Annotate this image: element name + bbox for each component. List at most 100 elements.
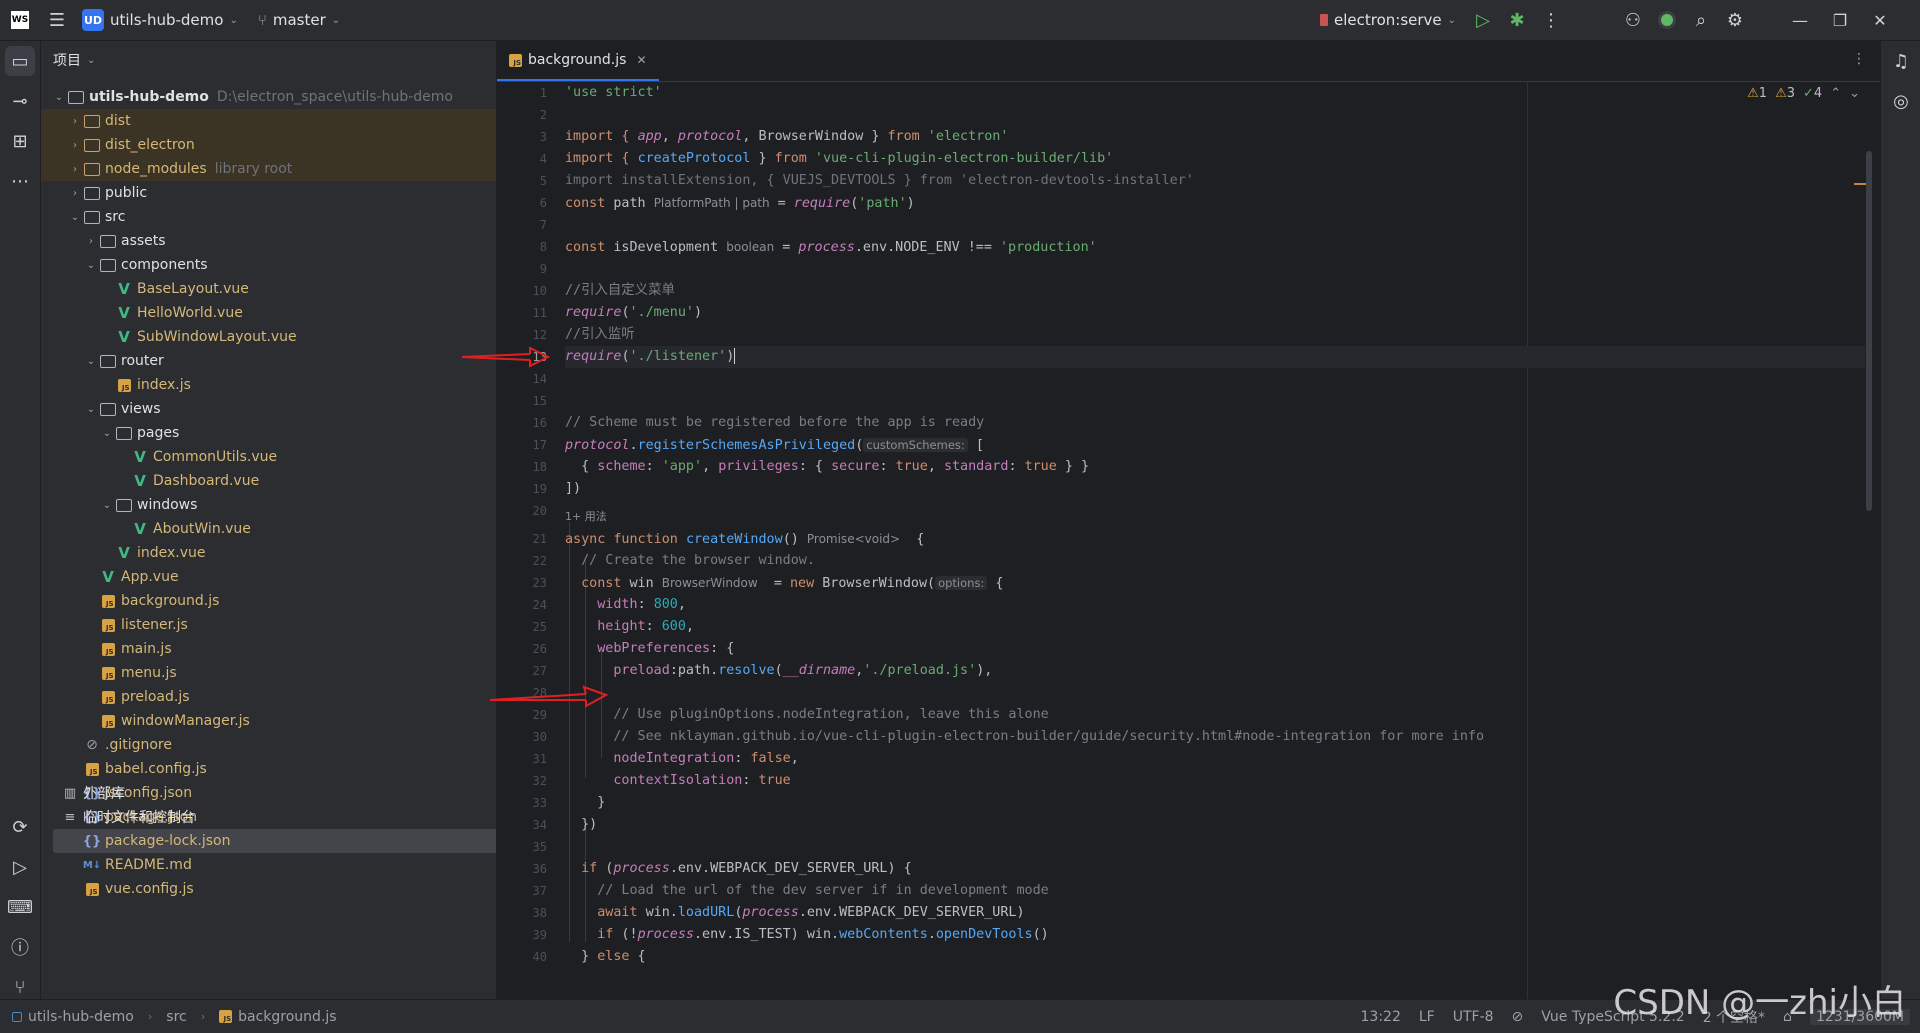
tree-item[interactable]: V Dashboard.vue (41, 469, 496, 493)
line-number[interactable]: 32 (507, 770, 547, 792)
run-config-selector[interactable]: electron:serve ⌄ (1320, 11, 1456, 29)
line-number[interactable]: 2 (507, 104, 547, 126)
tree-item[interactable]: › assets (41, 229, 496, 253)
ai-assistant-icon[interactable] (1650, 0, 1684, 40)
tree-item[interactable]: ⌄ router (41, 349, 496, 373)
tree-item[interactable]: › dist_electron (41, 133, 496, 157)
notifications-bell-icon[interactable]: ♫ (1881, 41, 1920, 81)
tree-item[interactable]: JS vue.config.js (41, 877, 496, 901)
tree-item[interactable]: Vindex.vue (41, 541, 496, 565)
breadcrumb-project[interactable]: utils-hub-demo (28, 1009, 134, 1025)
line-number[interactable]: 14 (507, 368, 547, 390)
search-icon[interactable]: ⌕ (1684, 0, 1718, 40)
tree-item[interactable]: ⌄ pages (41, 421, 496, 445)
services-icon[interactable]: ⟳ (0, 807, 40, 847)
minimize-button[interactable]: — (1780, 0, 1820, 40)
debug-icon[interactable]: ✱ (1500, 0, 1534, 40)
line-number[interactable]: 27 (507, 660, 547, 682)
run-tool-icon[interactable]: ▷ (0, 847, 40, 887)
tree-item[interactable]: V BaseLayout.vue (41, 277, 496, 301)
commit-icon[interactable]: ⊸ (0, 81, 40, 121)
editor-scrollbar[interactable] (1866, 151, 1872, 511)
line-number[interactable]: 17 (507, 434, 547, 456)
terminal-icon[interactable]: ⌨ (0, 887, 40, 927)
tree-item[interactable]: {} package-lock.json (53, 829, 496, 853)
line-number[interactable]: 34 (507, 814, 547, 836)
line-number[interactable]: 1 (507, 82, 547, 104)
project-switcher[interactable]: UD utils-hub-demo ⌄ (82, 9, 238, 31)
collapse-arrow-icon[interactable]: ⌄ (67, 212, 83, 223)
tree-item[interactable]: › public (41, 181, 496, 205)
line-number[interactable]: 39 (507, 924, 547, 946)
tabs-more-icon[interactable]: ⋮ (1852, 51, 1866, 67)
collapse-arrow-icon[interactable]: ⌄ (83, 404, 99, 415)
tree-item[interactable]: V SubWindowLayout.vue (41, 325, 496, 349)
run-icon[interactable]: ▷ (1466, 0, 1500, 40)
tab-background-js[interactable]: JS background.js ✕ (497, 41, 659, 81)
tree-item[interactable]: M↓ README.md (41, 853, 496, 877)
tree-item[interactable]: V CommonUtils.vue (41, 445, 496, 469)
collapse-arrow-icon[interactable]: ⌄ (83, 356, 99, 367)
tree-item[interactable]: ⌄ src (41, 205, 496, 229)
close-window-button[interactable]: ✕ (1860, 0, 1900, 40)
expand-arrow-icon[interactable]: › (67, 188, 83, 199)
tree-item[interactable]: ⌄ views (41, 397, 496, 421)
line-number[interactable]: 30 (507, 726, 547, 748)
project-tool-folder-icon[interactable]: ▭ (5, 46, 35, 76)
line-separator[interactable]: LF (1419, 1009, 1435, 1025)
line-number[interactable]: 22 (507, 550, 547, 572)
tree-root[interactable]: ⌄ utils-hub-demo D:\electron_space\utils… (41, 85, 496, 109)
app-logo[interactable]: WS (0, 0, 40, 40)
tree-item[interactable]: V HelloWorld.vue (41, 301, 496, 325)
line-number[interactable]: 37 (507, 880, 547, 902)
line-number[interactable]: 26 (507, 638, 547, 660)
main-menu-icon[interactable]: ☰ (40, 0, 74, 40)
tree-item[interactable]: V App.vue (41, 565, 496, 589)
line-number[interactable]: 25 (507, 616, 547, 638)
line-number[interactable]: 21 (507, 528, 547, 550)
tree-item[interactable]: › dist (41, 109, 496, 133)
tree-item[interactable]: JS babel.config.js (41, 757, 496, 781)
line-number[interactable]: 20 (507, 500, 547, 522)
expand-arrow-icon[interactable]: › (67, 140, 83, 151)
collapse-arrow-icon[interactable]: ⌄ (83, 260, 99, 271)
code-vision-usages[interactable]: 1+ 用法 (565, 508, 607, 526)
line-number[interactable]: 8 (507, 236, 547, 258)
line-number[interactable]: 18 (507, 456, 547, 478)
line-number[interactable]: 3 (507, 126, 547, 148)
error-stripe-marker[interactable] (1854, 183, 1866, 185)
tree-item[interactable]: JS listener.js (41, 613, 496, 637)
tree-item[interactable]: ⌄ components (41, 253, 496, 277)
expand-arrow-icon[interactable]: › (67, 116, 83, 127)
tree-item[interactable]: ⌄ windows (41, 493, 496, 517)
problems-icon[interactable]: ⓘ (0, 927, 40, 967)
breadcrumb-src[interactable]: src (166, 1009, 186, 1025)
line-number[interactable]: 10 (507, 280, 547, 302)
tree-external-libraries[interactable]: ▥ 外部库 (41, 781, 496, 805)
line-number[interactable]: 11 (507, 302, 547, 324)
line-number[interactable]: 23 (507, 572, 547, 594)
line-number[interactable]: 4 (507, 148, 547, 170)
line-number[interactable]: 5 (507, 170, 547, 192)
tree-item[interactable]: V AboutWin.vue (41, 517, 496, 541)
tree-item[interactable]: JS menu.js (41, 661, 496, 685)
tree-item[interactable]: JS main.js (41, 637, 496, 661)
tree-item[interactable]: › node_modules library root (41, 157, 496, 181)
more-actions-icon[interactable]: ⋮ (1534, 0, 1568, 40)
structure-icon[interactable]: ⊞ (0, 121, 40, 161)
line-number[interactable]: 6 (507, 192, 547, 214)
restore-button[interactable]: ❐ (1820, 0, 1860, 40)
add-user-icon[interactable]: ⚇ (1616, 0, 1650, 40)
project-panel-header[interactable]: 项目 ⌄ (41, 41, 496, 79)
tree-item[interactable]: ⊘ .gitignore (41, 733, 496, 757)
close-tab-icon[interactable]: ✕ (636, 53, 646, 67)
code-content[interactable]: 'use strict' import { app, protocol, Bro… (565, 82, 1875, 999)
no-assistance-icon[interactable]: ⊘ (1512, 1009, 1524, 1025)
breadcrumb-file[interactable]: background.js (238, 1009, 336, 1025)
line-number[interactable]: 7 (507, 214, 547, 236)
line-number[interactable]: 15 (507, 390, 547, 412)
caret-position[interactable]: 13:22 (1361, 1009, 1401, 1025)
ai-chat-icon[interactable]: ◎ (1881, 81, 1920, 121)
line-number[interactable]: 40 (507, 946, 547, 968)
line-number[interactable]: 38 (507, 902, 547, 924)
